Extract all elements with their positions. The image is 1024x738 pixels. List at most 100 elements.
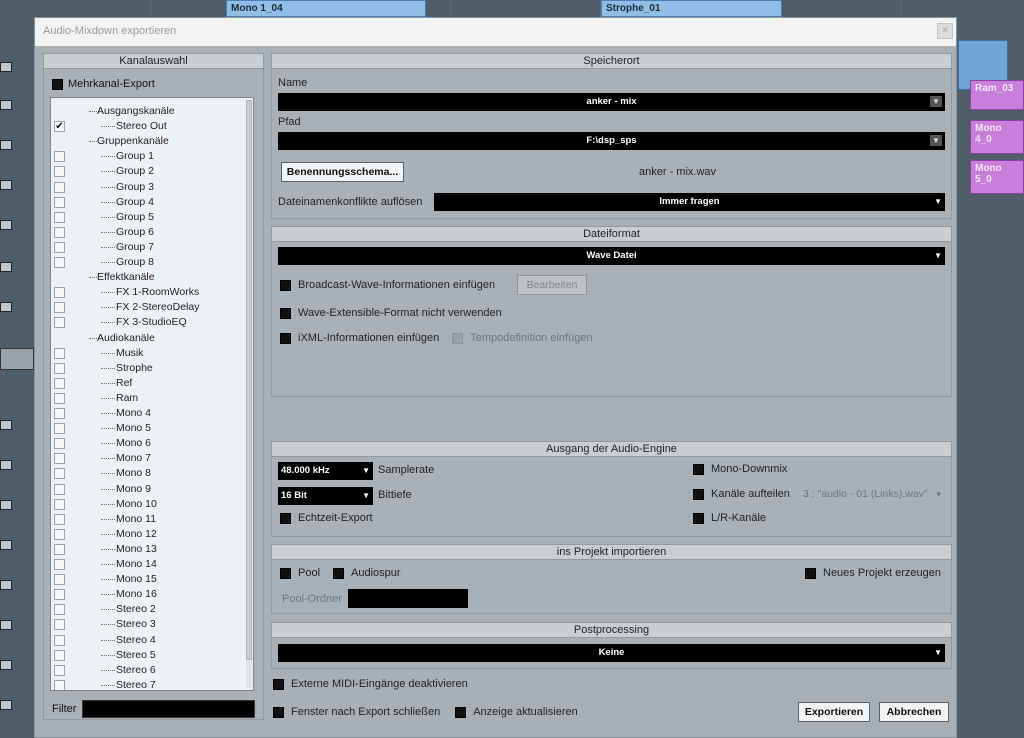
tree-item-checkbox[interactable] (54, 362, 65, 374)
tree-item-checkbox[interactable] (54, 226, 65, 238)
tree-item[interactable]: Mono 9 (51, 482, 241, 497)
tree-item[interactable]: Mono 8 (51, 466, 241, 481)
tree-scrollbar[interactable] (246, 100, 252, 688)
tree-item[interactable]: Group 2 (51, 164, 241, 179)
chevron-down-icon[interactable]: ▼ (930, 135, 942, 146)
split-channels-checkbox[interactable] (693, 488, 704, 500)
tree-item-checkbox[interactable] (54, 649, 65, 661)
pool-folder-input[interactable] (348, 589, 468, 608)
realtime-checkbox[interactable] (280, 512, 291, 524)
tree-item[interactable]: Stereo 5 (51, 648, 241, 663)
tree-item-checkbox[interactable]: ✔ (54, 121, 65, 133)
clip-mono-4[interactable]: Mono 4_0 (970, 120, 1024, 154)
track-icon[interactable] (0, 302, 12, 312)
track-icon[interactable] (0, 140, 12, 150)
cancel-button[interactable]: Abbrechen (879, 702, 949, 722)
tree-item[interactable]: Group 5 (51, 210, 241, 225)
tree-item[interactable]: Mono 12 (51, 527, 241, 542)
tree-item[interactable]: Stereo 2 (51, 602, 241, 617)
tree-item[interactable]: Stereo 6 (51, 663, 241, 678)
tree-item[interactable]: Mono 7 (51, 451, 241, 466)
tree-item-checkbox[interactable] (54, 604, 65, 616)
tree-item-checkbox[interactable] (54, 664, 65, 676)
tree-item[interactable]: FX 2-StereoDelay (51, 300, 241, 315)
tree-item[interactable]: Mono 6 (51, 436, 241, 451)
naming-scheme-button[interactable]: Benennungsschema... (281, 162, 404, 182)
tree-item[interactable]: Mono 10 (51, 497, 241, 512)
track-icon[interactable] (0, 100, 12, 110)
tree-item[interactable]: Mono 11 (51, 512, 241, 527)
tree-item-checkbox[interactable] (54, 302, 65, 314)
tree-item[interactable]: Mono 16 (51, 587, 241, 602)
tree-item-checkbox[interactable] (54, 151, 65, 163)
tree-item[interactable]: Effektkanäle (51, 270, 241, 285)
tree-item[interactable]: Group 3 (51, 180, 241, 195)
tree-item[interactable]: Musik (51, 346, 241, 361)
clip-ram[interactable]: Ram_03 (970, 80, 1024, 110)
audio-track-checkbox[interactable] (333, 567, 345, 579)
export-button[interactable]: Exportieren (798, 702, 870, 722)
track-icon[interactable] (0, 620, 12, 630)
tree-scrollbar-thumb[interactable] (246, 100, 252, 660)
update-display-checkbox[interactable] (455, 706, 467, 718)
tree-item[interactable]: Stereo 3 (51, 617, 241, 632)
tree-item[interactable]: Group 7 (51, 240, 241, 255)
transport-buttons[interactable] (0, 348, 34, 370)
track-icon[interactable] (0, 500, 12, 510)
tree-item-checkbox[interactable] (54, 317, 65, 329)
tree-item[interactable]: FX 1-RoomWorks (51, 285, 241, 300)
tree-item[interactable]: Audiokanäle (51, 331, 241, 346)
tree-item[interactable]: Mono 15 (51, 572, 241, 587)
chevron-down-icon[interactable]: ▼ (362, 462, 370, 480)
tree-item-checkbox[interactable] (54, 423, 65, 435)
tree-item-checkbox[interactable] (54, 257, 65, 268)
tree-item-checkbox[interactable] (54, 196, 65, 208)
tree-item-checkbox[interactable] (54, 589, 65, 601)
conflict-dropdown[interactable]: Immer fragen ▼ (434, 193, 945, 211)
multichannel-export-checkbox[interactable] (52, 78, 63, 90)
tree-item-checkbox[interactable] (54, 211, 65, 223)
tree-item-checkbox[interactable] (54, 438, 65, 450)
tree-item-checkbox[interactable] (54, 513, 65, 525)
track-icon[interactable] (0, 262, 12, 272)
chevron-down-icon[interactable]: ▼ (934, 247, 942, 265)
chevron-down-icon[interactable]: ▼ (362, 487, 370, 505)
tree-item[interactable]: Ram (51, 391, 241, 406)
tree-item-checkbox[interactable] (54, 453, 65, 465)
chevron-down-icon[interactable]: ▼ (934, 644, 942, 662)
chevron-down-icon[interactable]: ▼ (935, 490, 943, 499)
clip-strophe[interactable]: Strophe_01 (601, 0, 782, 17)
lr-channels-checkbox[interactable] (693, 512, 704, 524)
bitdepth-dropdown[interactable]: 16 Bit ▼ (278, 487, 373, 505)
edit-button[interactable]: Bearbeiten (517, 275, 587, 295)
mono-downmix-checkbox[interactable] (693, 463, 704, 475)
tree-item-checkbox[interactable] (54, 287, 65, 299)
tree-item[interactable]: ✔ Stereo Out (51, 119, 241, 134)
midi-checkbox[interactable] (273, 678, 284, 690)
new-project-checkbox[interactable] (805, 567, 816, 579)
track-icon[interactable] (0, 62, 12, 72)
tree-item[interactable]: Mono 4 (51, 406, 241, 421)
file-format-dropdown[interactable]: Wave Datei ▼ (278, 247, 945, 265)
wave-ext-checkbox[interactable] (280, 307, 291, 319)
tree-item[interactable]: Ref (51, 376, 241, 391)
tree-item-checkbox[interactable] (54, 181, 65, 193)
track-icon[interactable] (0, 540, 12, 550)
tree-item[interactable]: Mono 5 (51, 421, 241, 436)
tree-item[interactable]: Mono 13 (51, 542, 241, 557)
bwf-checkbox[interactable] (280, 279, 291, 291)
tree-item-checkbox[interactable] (54, 241, 65, 253)
tree-item-checkbox[interactable] (54, 634, 65, 646)
tree-item[interactable]: Ausgangskanäle (51, 104, 241, 119)
tree-item-checkbox[interactable] (54, 347, 65, 359)
tempo-checkbox[interactable] (452, 332, 464, 344)
name-input[interactable]: anker - mix ▼ (278, 93, 945, 111)
tree-item-checkbox[interactable] (54, 468, 65, 480)
tree-item[interactable]: Mono 14 (51, 557, 241, 572)
postprocessing-dropdown[interactable]: Keine ▼ (278, 644, 945, 662)
tree-item[interactable]: Group 8 (51, 255, 241, 270)
tree-item[interactable]: Gruppenkanäle (51, 134, 241, 149)
tree-item-checkbox[interactable] (54, 166, 65, 178)
track-icon[interactable] (0, 180, 12, 190)
samplerate-dropdown[interactable]: 48.000 kHz ▼ (278, 462, 373, 480)
